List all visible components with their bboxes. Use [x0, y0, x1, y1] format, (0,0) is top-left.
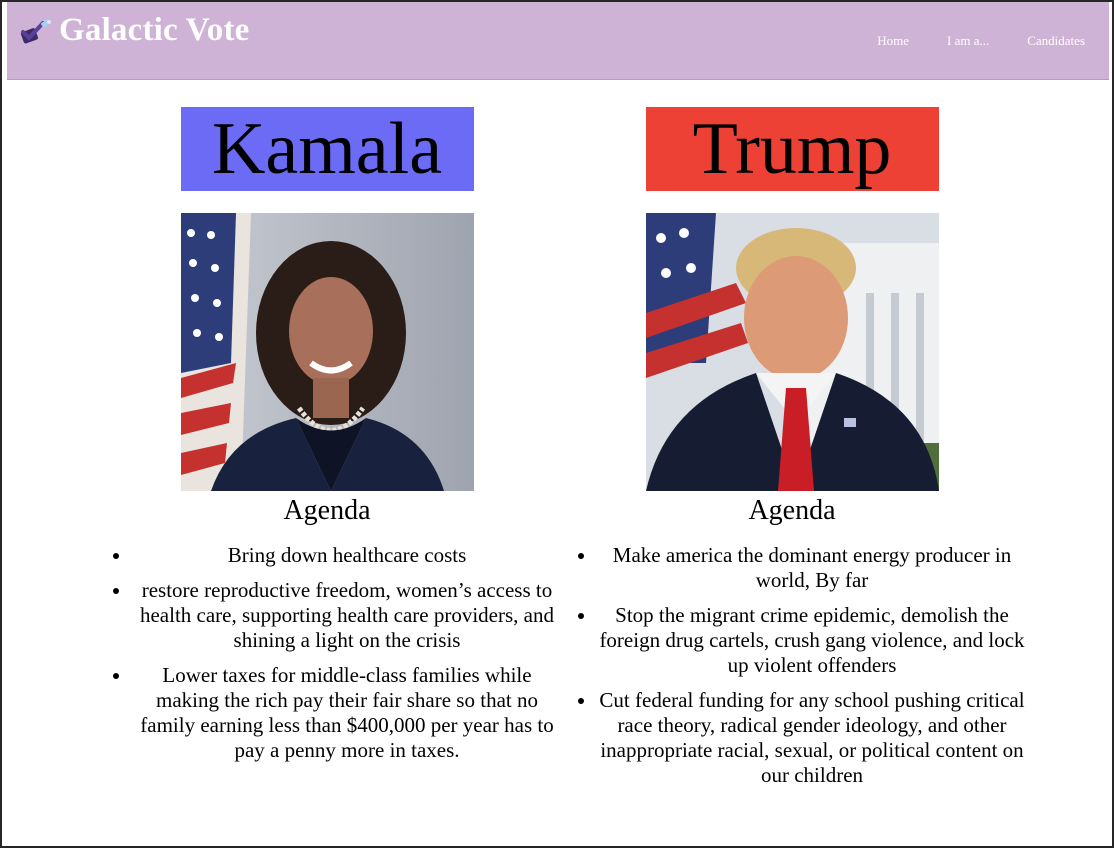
nav-links: Home I am a... Candidates — [877, 33, 1085, 49]
candidate-trump: Trump Agenda • Make america the dominant… — [557, 107, 1027, 798]
agenda-heading: Agenda — [283, 495, 371, 526]
candidate-kamala: Kamala Agenda • Bring down healthcare co… — [92, 107, 562, 773]
candidate-name-banner: Kamala — [180, 107, 474, 191]
agenda-item: Lower taxes for middle-class families wh… — [132, 663, 562, 763]
agenda-heading: Agenda — [748, 495, 836, 526]
trump-portrait-image — [645, 213, 939, 491]
agenda-item: restore reproductive freedom, women’s ac… — [132, 578, 562, 653]
browser-viewport: Galactic Vote Home I am a... Candidates … — [0, 0, 1114, 848]
nav-home[interactable]: Home — [877, 33, 909, 49]
kamala-portrait-image — [180, 213, 474, 491]
brand[interactable]: Galactic Vote — [19, 12, 249, 49]
agenda-item: Stop the migrant crime epidemic, demolis… — [597, 603, 1027, 678]
agenda-item: Cut federal funding for any school pushi… — [597, 688, 1027, 788]
candidate-name: Trump — [692, 108, 892, 190]
nav-candidates[interactable]: Candidates — [1027, 33, 1085, 49]
agenda-list: Make america the dominant energy produce… — [557, 543, 1027, 788]
ballot-check-icon — [20, 18, 51, 43]
agenda-item: Make america the dominant energy produce… — [597, 543, 1027, 593]
top-navbar: Galactic Vote Home I am a... Candidates — [7, 2, 1109, 80]
nav-i-am-a[interactable]: I am a... — [947, 33, 989, 49]
site-title: Galactic Vote — [59, 12, 250, 48]
agenda-item: Bring down healthcare costs — [132, 543, 562, 568]
agenda-list: Bring down healthcare costs restore repr… — [92, 543, 562, 763]
candidate-name-banner: Trump — [645, 107, 939, 191]
candidate-name: Kamala — [211, 108, 443, 190]
